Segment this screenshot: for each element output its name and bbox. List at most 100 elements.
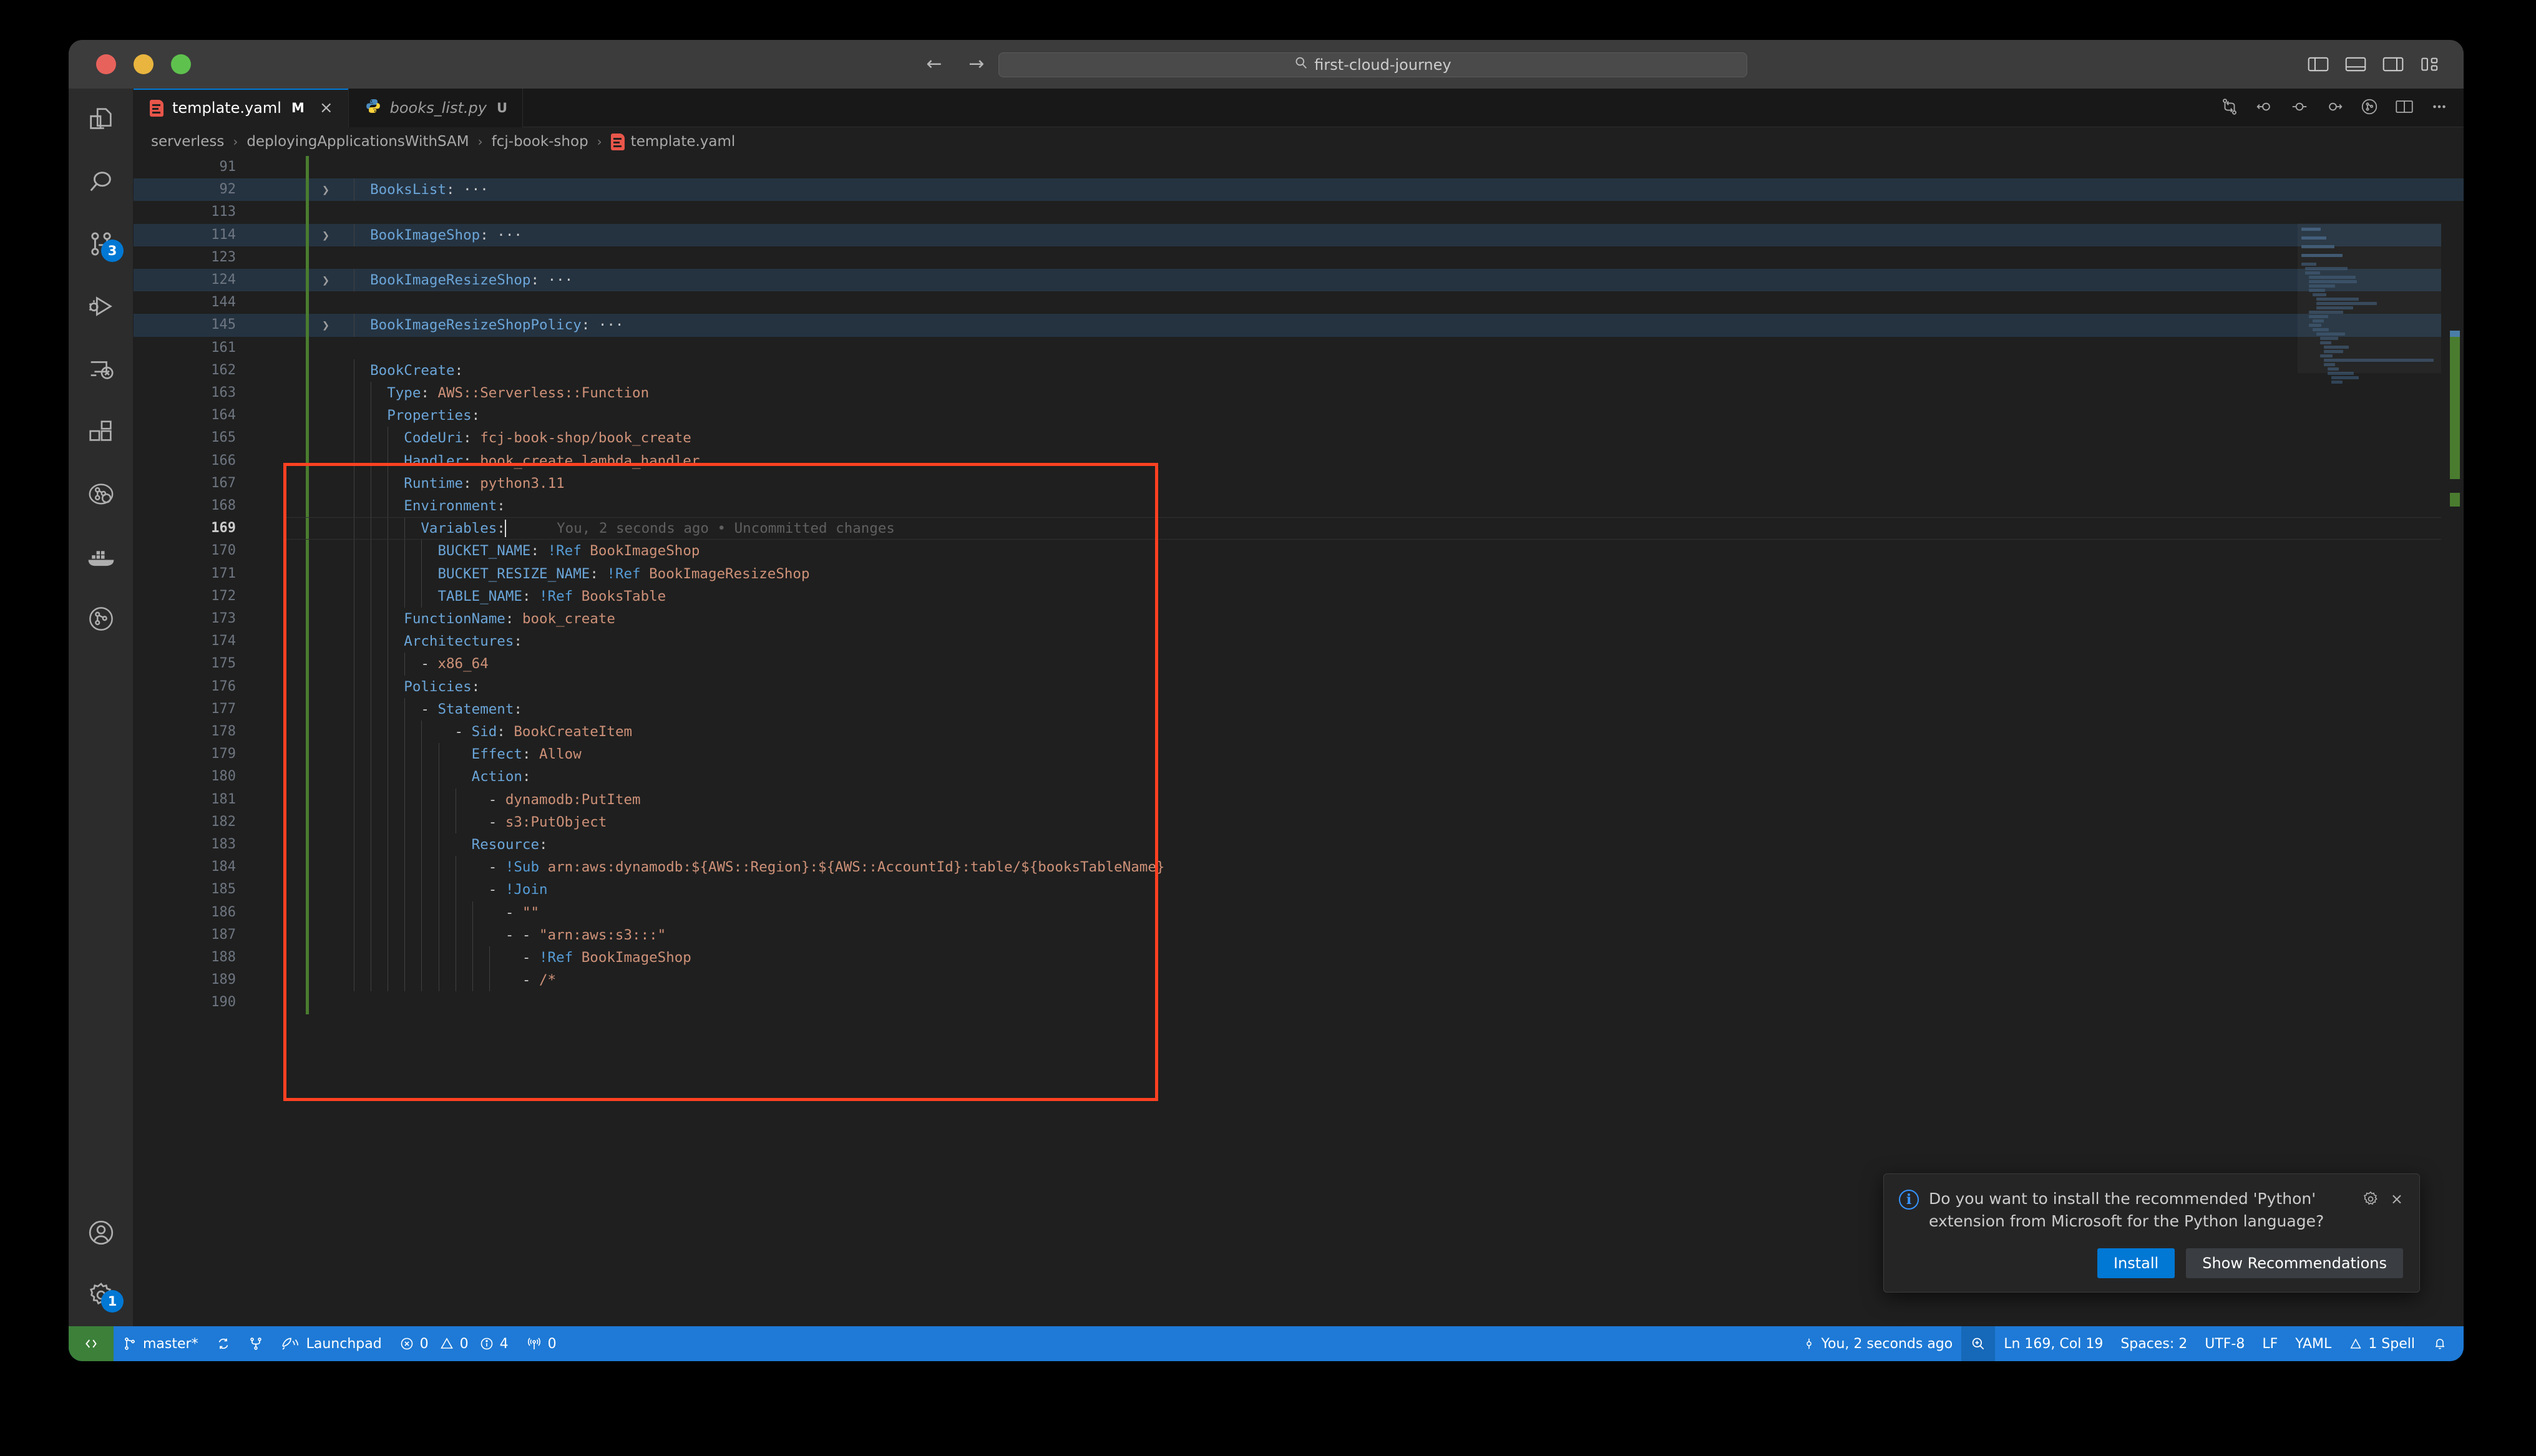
sync-changes-button[interactable]	[207, 1326, 240, 1361]
command-center-search[interactable]: first-cloud-journey	[998, 52, 1747, 77]
code-line[interactable]: 165 CodeUri: fcj-book-shop/book_create	[134, 427, 2464, 450]
sidebar-item-explorer[interactable]	[69, 89, 134, 151]
previous-change-icon[interactable]	[2255, 97, 2274, 119]
install-button[interactable]: Install	[2097, 1248, 2175, 1278]
customize-layout-icon[interactable]	[2420, 56, 2441, 73]
code-line[interactable]: 182 - s3:PutObject	[134, 810, 2464, 833]
code-editor[interactable]: 91 92 ❯ BooksList: ··· 113 114 ❯ BookImageSho…	[134, 156, 2464, 1326]
code-line[interactable]: 161	[134, 336, 2464, 359]
code-line[interactable]: 114 ❯ BookImageShop: ···	[134, 223, 2464, 246]
code-line[interactable]: 187 - - "arn:aws:s3:::"	[134, 923, 2464, 946]
sidebar-item-aws-toolkit[interactable]	[69, 463, 134, 525]
code-line[interactable]: 179 Effect: Allow	[134, 743, 2464, 766]
code-line[interactable]: 92 ❯ BooksList: ···	[134, 178, 2464, 201]
code-line[interactable]: 177 - Statement:	[134, 697, 2464, 721]
tab-template-yaml[interactable]: template.yaml M ×	[134, 89, 349, 127]
code-line[interactable]: 171 BUCKET_RESIZE_NAME: !Ref BookImageRe…	[134, 562, 2464, 585]
code-line[interactable]: 163 Type: AWS::Serverless::Function	[134, 382, 2464, 405]
breadcrumb-item-fcj-book-shop[interactable]: fcj-book-shop	[492, 133, 588, 150]
more-actions-icon[interactable]	[2430, 98, 2449, 118]
breadcrumb-item-template-yaml[interactable]: template.yaml	[610, 133, 735, 150]
spell-checker-button[interactable]: 1 Spell	[2340, 1326, 2424, 1361]
code-line[interactable]: 185 - !Join	[134, 878, 2464, 901]
chevron-right-icon[interactable]: ❯	[318, 269, 333, 291]
breadcrumb-item-serverless[interactable]: serverless	[151, 133, 224, 150]
language-mode-button[interactable]: YAML	[2286, 1326, 2340, 1361]
code-line[interactable]: 189 - /*	[134, 969, 2464, 992]
next-change-icon[interactable]	[2325, 97, 2344, 119]
sidebar-item-run-and-debug[interactable]	[69, 276, 134, 338]
breadcrumb-item-deployingapplicationswithsam[interactable]: deployingApplicationsWithSAM	[246, 133, 469, 150]
forward-arrow-icon[interactable]: →	[966, 55, 987, 74]
code-lines-container[interactable]: 91 92 ❯ BooksList: ··· 113 114 ❯ BookImageSho…	[134, 156, 2464, 1326]
close-window-button[interactable]	[96, 54, 116, 74]
cursor-position-button[interactable]: Ln 169, Col 19	[1995, 1326, 2112, 1361]
code-line[interactable]: 145 ❯ BookImageResizeShopPolicy: ···	[134, 314, 2464, 337]
code-line[interactable]: 162 BookCreate:	[134, 359, 2464, 382]
accounts-button[interactable]	[69, 1201, 134, 1264]
code-line[interactable]: 113	[134, 201, 2464, 224]
sidebar-item-extensions[interactable]	[69, 400, 134, 463]
problems-button[interactable]: 0 0 4	[391, 1326, 517, 1361]
chevron-right-icon[interactable]: ❯	[318, 314, 333, 336]
code-line[interactable]: 166 Handler: book_create.lambda_handler	[134, 449, 2464, 472]
code-line[interactable]: 186 - ""	[134, 901, 2464, 924]
git-fork-button[interactable]	[240, 1326, 272, 1361]
show-recommendations-button[interactable]: Show Recommendations	[2186, 1248, 2403, 1278]
code-line[interactable]: 169 Variables: You, 2 seconds ago • Unco…	[134, 517, 2464, 540]
code-line[interactable]: 176 Policies:	[134, 675, 2464, 698]
code-line[interactable]: 181 - dynamodb:PutItem	[134, 788, 2464, 811]
sidebar-item-gitlens[interactable]	[69, 588, 134, 650]
indentation-button[interactable]: Spaces: 2	[2112, 1326, 2196, 1361]
close-icon[interactable]: ×	[319, 99, 333, 117]
gitlens-inspect-icon[interactable]	[2360, 97, 2379, 119]
code-line[interactable]: 170 BUCKET_NAME: !Ref BookImageShop	[134, 540, 2464, 563]
code-line[interactable]: 144	[134, 291, 2464, 314]
back-arrow-icon[interactable]: ←	[924, 55, 945, 74]
toggle-secondary-sidebar-icon[interactable]	[2382, 56, 2404, 73]
code-line[interactable]: 178 - Sid: BookCreateItem	[134, 721, 2464, 744]
minimize-window-button[interactable]	[134, 54, 154, 74]
sidebar-item-source-control[interactable]: 3	[69, 213, 134, 276]
split-editor-icon[interactable]	[2395, 98, 2414, 118]
compare-changes-icon[interactable]	[2220, 97, 2239, 119]
close-icon[interactable]: ×	[2391, 1190, 2403, 1208]
code-line[interactable]: 173 FunctionName: book_create	[134, 608, 2464, 631]
code-line[interactable]: 184 - !Sub arn:aws:dynamodb:${AWS::Regio…	[134, 856, 2464, 879]
code-line[interactable]: 190	[134, 991, 2464, 1014]
code-line[interactable]: 167 Runtime: python3.11	[134, 472, 2464, 495]
zoom-button[interactable]	[1961, 1326, 1996, 1361]
tab-books-list-py[interactable]: books_list.py U	[348, 89, 524, 127]
encoding-button[interactable]: UTF-8	[2196, 1326, 2253, 1361]
chevron-right-icon[interactable]: ❯	[318, 178, 333, 201]
toggle-panel-icon[interactable]	[2345, 56, 2366, 73]
eol-button[interactable]: LF	[2253, 1326, 2286, 1361]
code-line[interactable]: 174 Architectures:	[134, 630, 2464, 653]
code-line[interactable]: 180 Action:	[134, 765, 2464, 789]
toggle-change-icon[interactable]	[2290, 97, 2309, 119]
code-line[interactable]: 183 Resource:	[134, 833, 2464, 857]
code-line[interactable]: 124 ❯ BookImageResizeShop: ···	[134, 269, 2464, 292]
code-line[interactable]: 91	[134, 156, 2464, 179]
gear-icon[interactable]	[2362, 1190, 2379, 1211]
minimap-slider[interactable]	[2298, 223, 2441, 373]
overview-ruler[interactable]	[2441, 223, 2464, 1326]
sidebar-item-docker[interactable]	[69, 525, 134, 588]
notifications-bell-button[interactable]	[2424, 1326, 2456, 1361]
remote-indicator-button[interactable]	[69, 1326, 114, 1361]
code-line[interactable]: 164 Properties:	[134, 404, 2464, 427]
git-branch-button[interactable]: master*	[114, 1326, 207, 1361]
code-line[interactable]: 175 - x86_64	[134, 653, 2464, 676]
code-line[interactable]: 188 - !Ref BookImageShop	[134, 946, 2464, 969]
code-line[interactable]: 172 TABLE_NAME: !Ref BooksTable	[134, 585, 2464, 608]
manage-settings-button[interactable]: 1	[69, 1264, 134, 1326]
code-line[interactable]: 168 Environment:	[134, 495, 2464, 518]
code-line[interactable]: 123	[134, 246, 2464, 269]
toggle-primary-sidebar-icon[interactable]	[2308, 56, 2329, 73]
sidebar-item-remote-explorer[interactable]	[69, 338, 134, 400]
launchpad-button[interactable]: Launchpad	[272, 1326, 391, 1361]
git-blame-status[interactable]: You, 2 seconds ago	[1793, 1326, 1962, 1361]
maximize-window-button[interactable]	[171, 54, 191, 74]
sidebar-item-search[interactable]	[69, 151, 134, 213]
ports-button[interactable]: 0	[517, 1326, 565, 1361]
